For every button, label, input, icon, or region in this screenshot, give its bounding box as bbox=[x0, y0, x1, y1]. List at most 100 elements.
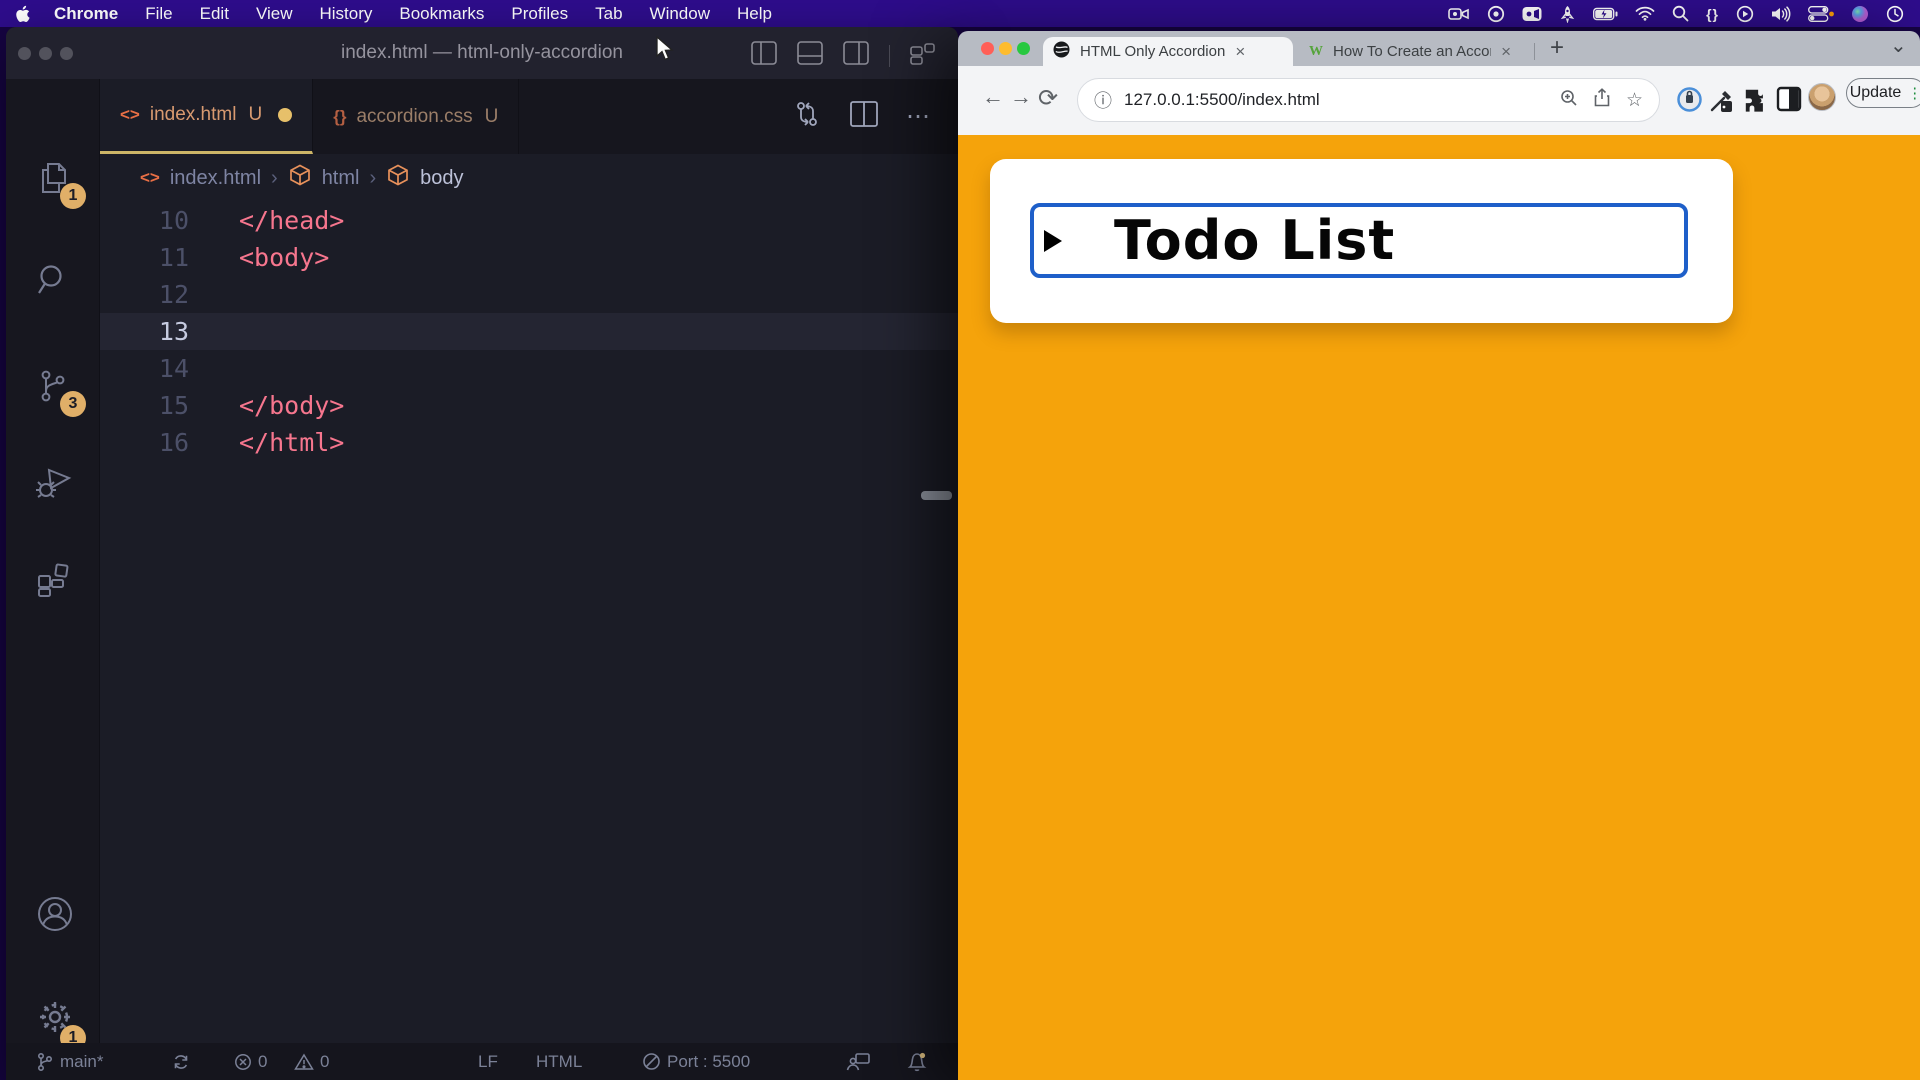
warnings-status[interactable]: 0 bbox=[294, 1043, 329, 1080]
extensions-icon[interactable] bbox=[35, 561, 71, 602]
battery-charging-icon[interactable] bbox=[1593, 7, 1618, 21]
tab-strip-chevron-icon[interactable]: ⌄ bbox=[1890, 33, 1907, 58]
chrome-update-button[interactable]: Update ⋮ bbox=[1846, 78, 1920, 108]
vscode-activity-bar: 1 3 1 bbox=[6, 79, 100, 1043]
cube-icon bbox=[386, 163, 410, 193]
live-server-port-status[interactable]: Port : 5500 bbox=[642, 1043, 750, 1080]
wikihow-favicon: W bbox=[1309, 44, 1323, 60]
scrollbar-handle[interactable] bbox=[921, 491, 952, 500]
code-editor[interactable]: 10</head> 11<body> 12 13 14 15</body> 16… bbox=[100, 202, 958, 1043]
menu-window[interactable]: Window bbox=[650, 4, 710, 24]
explorer-badge: 1 bbox=[60, 183, 86, 209]
mouse-cursor bbox=[655, 36, 677, 67]
eol-status[interactable]: LF bbox=[478, 1043, 498, 1080]
macos-menu-bar: Chrome File Edit View History Bookmarks … bbox=[0, 0, 1920, 27]
search-icon[interactable] bbox=[1672, 5, 1689, 22]
breadcrumb-separator: › bbox=[369, 167, 376, 190]
chrome-zoom-button[interactable] bbox=[1017, 42, 1030, 55]
errors-status[interactable]: 0 bbox=[234, 1043, 267, 1080]
chrome-toolbar: ← → ⟳ ⓘ 127.0.0.1:5500/index.html ☆ Upda… bbox=[958, 66, 1920, 135]
breadcrumb-file[interactable]: index.html bbox=[170, 167, 261, 190]
menu-file[interactable]: File bbox=[145, 4, 172, 24]
reload-button[interactable]: ⟳ bbox=[1038, 84, 1058, 113]
git-status-untracked: U bbox=[485, 106, 499, 128]
sync-icon[interactable] bbox=[172, 1043, 190, 1080]
menu-help[interactable]: Help bbox=[737, 4, 772, 24]
play-circle-icon[interactable] bbox=[1736, 5, 1754, 23]
browser-menu-kebab-icon[interactable]: ⋮ bbox=[1907, 84, 1920, 102]
html-file-icon: <> bbox=[140, 168, 160, 188]
menu-edit[interactable]: Edit bbox=[200, 4, 229, 24]
braces-icon[interactable]: {} bbox=[1706, 6, 1719, 22]
menu-history[interactable]: History bbox=[319, 4, 372, 24]
camera-icon[interactable] bbox=[1522, 6, 1542, 22]
vscode-title-bar[interactable]: index.html — html-only-accordion bbox=[6, 27, 958, 79]
record-icon[interactable] bbox=[1487, 5, 1505, 23]
code-line: 11<body> bbox=[100, 239, 958, 276]
more-actions-icon[interactable]: ⋯ bbox=[906, 102, 932, 131]
new-tab-button[interactable]: + bbox=[1550, 34, 1564, 62]
tab-index-html[interactable]: <> index.html U bbox=[100, 79, 313, 154]
bookmark-star-icon[interactable]: ☆ bbox=[1626, 89, 1643, 112]
apple-menu-icon[interactable] bbox=[16, 5, 32, 23]
feedback-icon[interactable] bbox=[846, 1043, 870, 1080]
privacy-extension-icon[interactable] bbox=[1676, 86, 1703, 118]
account-icon[interactable] bbox=[35, 894, 75, 939]
search-sidebar-icon[interactable] bbox=[35, 262, 71, 303]
open-changes-icon[interactable] bbox=[792, 99, 822, 134]
menu-chrome[interactable]: Chrome bbox=[54, 4, 118, 24]
code-line-active: 13 bbox=[100, 313, 958, 350]
html-file-icon: <> bbox=[120, 105, 140, 125]
tab-label: index.html bbox=[150, 104, 237, 126]
code-line: 10</head> bbox=[100, 202, 958, 239]
customize-layout-icon[interactable] bbox=[910, 41, 936, 70]
code-line: 16</html> bbox=[100, 424, 958, 461]
tab-title: HTML Only Accordion bbox=[1080, 43, 1225, 60]
tab-close-icon[interactable]: × bbox=[1235, 42, 1245, 62]
split-editor-icon[interactable] bbox=[850, 101, 878, 132]
screen-record-icon[interactable] bbox=[1448, 6, 1470, 22]
extensions-puzzle-icon[interactable] bbox=[1742, 86, 1769, 118]
notifications-bell-icon[interactable] bbox=[906, 1043, 928, 1080]
accordion-summary[interactable]: Todo List bbox=[1030, 203, 1688, 278]
back-button[interactable]: ← bbox=[982, 84, 1004, 110]
toggle-panel-icon[interactable] bbox=[797, 41, 823, 70]
language-mode-status[interactable]: HTML bbox=[536, 1043, 582, 1080]
zoom-page-icon[interactable] bbox=[1560, 89, 1578, 112]
browser-tab-active[interactable]: HTML Only Accordion × bbox=[1043, 37, 1293, 66]
code-line: 12 bbox=[100, 276, 958, 313]
accordion-card: Todo List bbox=[990, 159, 1733, 323]
wifi-icon[interactable] bbox=[1635, 6, 1655, 21]
menu-view[interactable]: View bbox=[256, 4, 293, 24]
siri-icon[interactable] bbox=[1851, 5, 1869, 23]
forward-button[interactable]: → bbox=[1010, 84, 1032, 110]
chrome-close-button[interactable] bbox=[981, 42, 994, 55]
rocket-icon[interactable] bbox=[1559, 5, 1576, 23]
dark-mode-extension-icon[interactable] bbox=[1776, 86, 1802, 117]
volume-icon[interactable] bbox=[1771, 6, 1791, 22]
chrome-minimize-button[interactable] bbox=[999, 42, 1012, 55]
toggle-primary-sidebar-icon[interactable] bbox=[751, 41, 777, 70]
breadcrumb-body[interactable]: body bbox=[420, 167, 463, 190]
tab-close-icon[interactable]: × bbox=[1501, 42, 1511, 62]
menu-bookmarks[interactable]: Bookmarks bbox=[399, 4, 484, 24]
menu-tab[interactable]: Tab bbox=[595, 4, 622, 24]
address-bar[interactable]: ⓘ 127.0.0.1:5500/index.html ☆ bbox=[1077, 78, 1660, 122]
site-info-icon[interactable]: ⓘ bbox=[1094, 87, 1112, 113]
run-debug-icon[interactable] bbox=[35, 464, 73, 505]
unsaved-dot-icon[interactable] bbox=[278, 108, 292, 122]
clock-icon[interactable] bbox=[1886, 5, 1904, 23]
git-branch-status[interactable]: main* bbox=[36, 1043, 103, 1080]
browser-tab-inactive[interactable]: W How To Create an Accordion × bbox=[1299, 37, 1521, 66]
menu-profiles[interactable]: Profiles bbox=[511, 4, 568, 24]
colorzilla-eyedropper-icon[interactable] bbox=[1708, 86, 1736, 119]
source-control-badge: 3 bbox=[60, 391, 86, 417]
share-icon[interactable] bbox=[1594, 88, 1610, 112]
chrome-window: HTML Only Accordion × W How To Create an… bbox=[958, 31, 1920, 1080]
tab-accordion-css[interactable]: {} accordion.css U bbox=[313, 79, 519, 154]
url-text[interactable]: 127.0.0.1:5500/index.html bbox=[1124, 90, 1560, 110]
profile-avatar[interactable] bbox=[1808, 83, 1836, 111]
toggle-secondary-sidebar-icon[interactable] bbox=[843, 41, 869, 70]
breadcrumb-html[interactable]: html bbox=[322, 167, 360, 190]
switches-icon[interactable] bbox=[1808, 6, 1834, 22]
